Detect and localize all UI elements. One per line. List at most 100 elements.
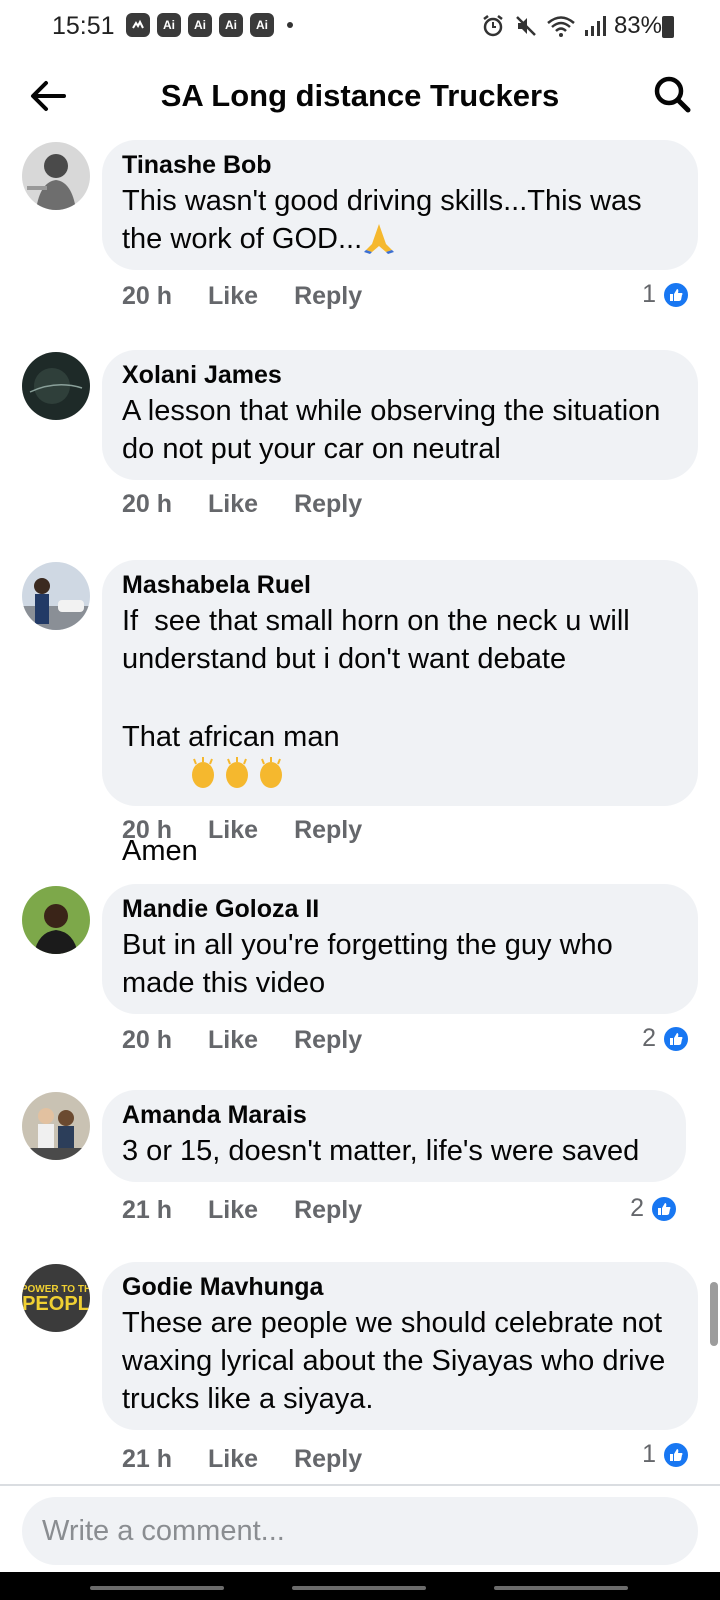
like-button[interactable]: Like bbox=[208, 816, 258, 845]
messenger-notification-icon bbox=[126, 13, 150, 37]
comment-author[interactable]: Mashabela Ruel bbox=[122, 572, 678, 598]
status-time: 15:51 bbox=[52, 12, 115, 40]
page-title: SA Long distance Truckers bbox=[160, 78, 560, 113]
battery-percentage: 83% bbox=[613, 12, 662, 39]
comment-time: 20 h bbox=[122, 816, 173, 844]
comment-actions: 21 h Like Reply bbox=[122, 1196, 398, 1225]
comment-text-content: That african man bbox=[122, 721, 340, 753]
header-bar: SA Long distance Truckers bbox=[0, 62, 720, 136]
comment-author[interactable]: Tinashe Bob bbox=[122, 152, 678, 178]
comment-time: 20 h bbox=[122, 1026, 173, 1054]
comment-actions: 20 h Like Reply bbox=[122, 816, 398, 845]
like-button[interactable]: Like bbox=[208, 490, 258, 519]
comment-item: Xolani James A lesson that while observi… bbox=[0, 350, 720, 562]
mute-icon bbox=[516, 16, 536, 36]
thumbs-up-icon bbox=[662, 1024, 690, 1053]
comment-item: Tinashe Bob This wasn't good driving ski… bbox=[0, 140, 720, 352]
comment-actions: 20 h Like Reply bbox=[122, 282, 398, 311]
system-status-icons: 83% bbox=[480, 12, 662, 40]
avatar[interactable]: POWER TO TH PEOPL bbox=[22, 1264, 90, 1332]
avatar[interactable] bbox=[22, 142, 90, 210]
reply-button[interactable]: Reply bbox=[294, 1026, 362, 1055]
avatar[interactable] bbox=[22, 1092, 90, 1160]
comment-list: Tinashe Bob This wasn't good driving ski… bbox=[0, 140, 720, 1473]
comment-author[interactable]: Mandie Goloza II bbox=[122, 896, 678, 922]
scrollbar[interactable] bbox=[710, 1282, 718, 1346]
comment-author[interactable]: Godie Mavhunga bbox=[122, 1274, 678, 1300]
back-button[interactable] bbox=[494, 1586, 628, 1590]
clapping-hands-emoji bbox=[260, 757, 283, 788]
comment-item: POWER TO TH PEOPL Godie Mavhunga These ar… bbox=[0, 1262, 720, 1473]
avatar[interactable] bbox=[22, 352, 90, 420]
reaction-count-number: 1 bbox=[642, 280, 656, 308]
thumbs-up-icon bbox=[650, 1194, 678, 1223]
comment-item: Mashabela Ruel If see that small horn on… bbox=[0, 560, 720, 886]
comment-bubble[interactable]: Amanda Marais 3 or 15, doesn't matter, l… bbox=[102, 1090, 686, 1182]
avatar[interactable] bbox=[22, 886, 90, 954]
home-button[interactable] bbox=[292, 1586, 426, 1590]
reply-button[interactable]: Reply bbox=[294, 816, 362, 845]
comment-text: This wasn't good driving skills...This w… bbox=[122, 182, 678, 258]
recents-button[interactable] bbox=[90, 1586, 224, 1590]
comment-text-line: That african man bbox=[122, 718, 678, 832]
folded-hands-emoji bbox=[364, 224, 395, 254]
like-button[interactable]: Like bbox=[208, 1445, 258, 1474]
comment-composer: Write a comment... bbox=[0, 1484, 720, 1572]
comment-input[interactable]: Write a comment... bbox=[22, 1497, 698, 1565]
comment-time: 20 h bbox=[122, 282, 173, 310]
comment-time: 21 h bbox=[122, 1444, 173, 1473]
like-button[interactable]: Like bbox=[208, 282, 258, 311]
comment-time: 20 h bbox=[122, 490, 173, 518]
reaction-count[interactable]: 2 bbox=[630, 1194, 678, 1223]
avatar[interactable] bbox=[22, 562, 90, 630]
comment-text: 3 or 15, doesn't matter, life's were sav… bbox=[122, 1135, 640, 1167]
comment-actions: 20 h Like Reply bbox=[122, 490, 398, 519]
thumbs-up-icon bbox=[662, 1440, 690, 1469]
comment-actions: 21 h Like Reply bbox=[122, 1444, 398, 1474]
battery-icon bbox=[662, 16, 674, 38]
comment-text: If see that small horn on the neck u wil… bbox=[122, 605, 638, 675]
comment-author[interactable]: Amanda Marais bbox=[122, 1102, 666, 1128]
clapping-hands-emoji bbox=[192, 757, 215, 788]
status-bar: 15:51 Ai Ai Ai Ai 83% bbox=[0, 0, 720, 56]
like-button[interactable]: Like bbox=[208, 1196, 258, 1225]
reaction-count-number: 1 bbox=[642, 1440, 656, 1468]
comment-bubble[interactable]: Godie Mavhunga These are people we shoul… bbox=[102, 1262, 698, 1430]
comment-author[interactable]: Xolani James bbox=[122, 362, 678, 388]
signal-icon bbox=[584, 16, 606, 36]
reply-button[interactable]: Reply bbox=[294, 1445, 362, 1474]
comment-item: Mandie Goloza II But in all you're forge… bbox=[0, 884, 720, 1092]
ai-notification-icon: Ai bbox=[250, 13, 274, 37]
ai-notification-icon: Ai bbox=[219, 13, 243, 37]
comment-bubble[interactable]: Mandie Goloza II But in all you're forge… bbox=[102, 884, 698, 1014]
notification-icons: Ai Ai Ai Ai bbox=[126, 13, 293, 37]
system-navigation-bar bbox=[0, 1572, 720, 1600]
reply-button[interactable]: Reply bbox=[294, 490, 362, 519]
reaction-count[interactable]: 2 bbox=[642, 1024, 690, 1053]
comment-bubble[interactable]: Mashabela Ruel If see that small horn on… bbox=[102, 560, 698, 867]
clapping-hands-emoji bbox=[226, 757, 249, 788]
reaction-count-number: 2 bbox=[642, 1024, 656, 1052]
ai-notification-icon: Ai bbox=[188, 13, 212, 37]
reply-button[interactable]: Reply bbox=[294, 1196, 362, 1225]
alarm-icon bbox=[483, 15, 503, 37]
comment-text: But in all you're forgetting the guy who… bbox=[122, 929, 621, 999]
comment-time: 21 h bbox=[122, 1196, 173, 1224]
wifi-icon bbox=[547, 16, 575, 37]
comment-text: These are people we should celebrate not… bbox=[122, 1307, 674, 1415]
reply-button[interactable]: Reply bbox=[294, 282, 362, 311]
reaction-count[interactable]: 1 bbox=[642, 280, 690, 309]
avatar-logo-text-bottom: PEOPL bbox=[22, 1293, 90, 1315]
comment-bubble[interactable]: Xolani James A lesson that while observi… bbox=[102, 350, 698, 480]
ai-notification-icon: Ai bbox=[157, 13, 181, 37]
comment-bubble[interactable]: Tinashe Bob This wasn't good driving ski… bbox=[102, 140, 698, 270]
search-icon[interactable] bbox=[652, 74, 692, 114]
reaction-count[interactable]: 1 bbox=[642, 1440, 690, 1469]
comment-item: Amanda Marais 3 or 15, doesn't matter, l… bbox=[0, 1090, 720, 1264]
reaction-count-number: 2 bbox=[630, 1194, 644, 1222]
comment-text: A lesson that while observing the situat… bbox=[122, 395, 685, 465]
more-notifications-dot bbox=[287, 22, 293, 28]
comment-actions: 20 h Like Reply bbox=[122, 1026, 398, 1055]
like-button[interactable]: Like bbox=[208, 1026, 258, 1055]
thumbs-up-icon bbox=[662, 280, 690, 309]
